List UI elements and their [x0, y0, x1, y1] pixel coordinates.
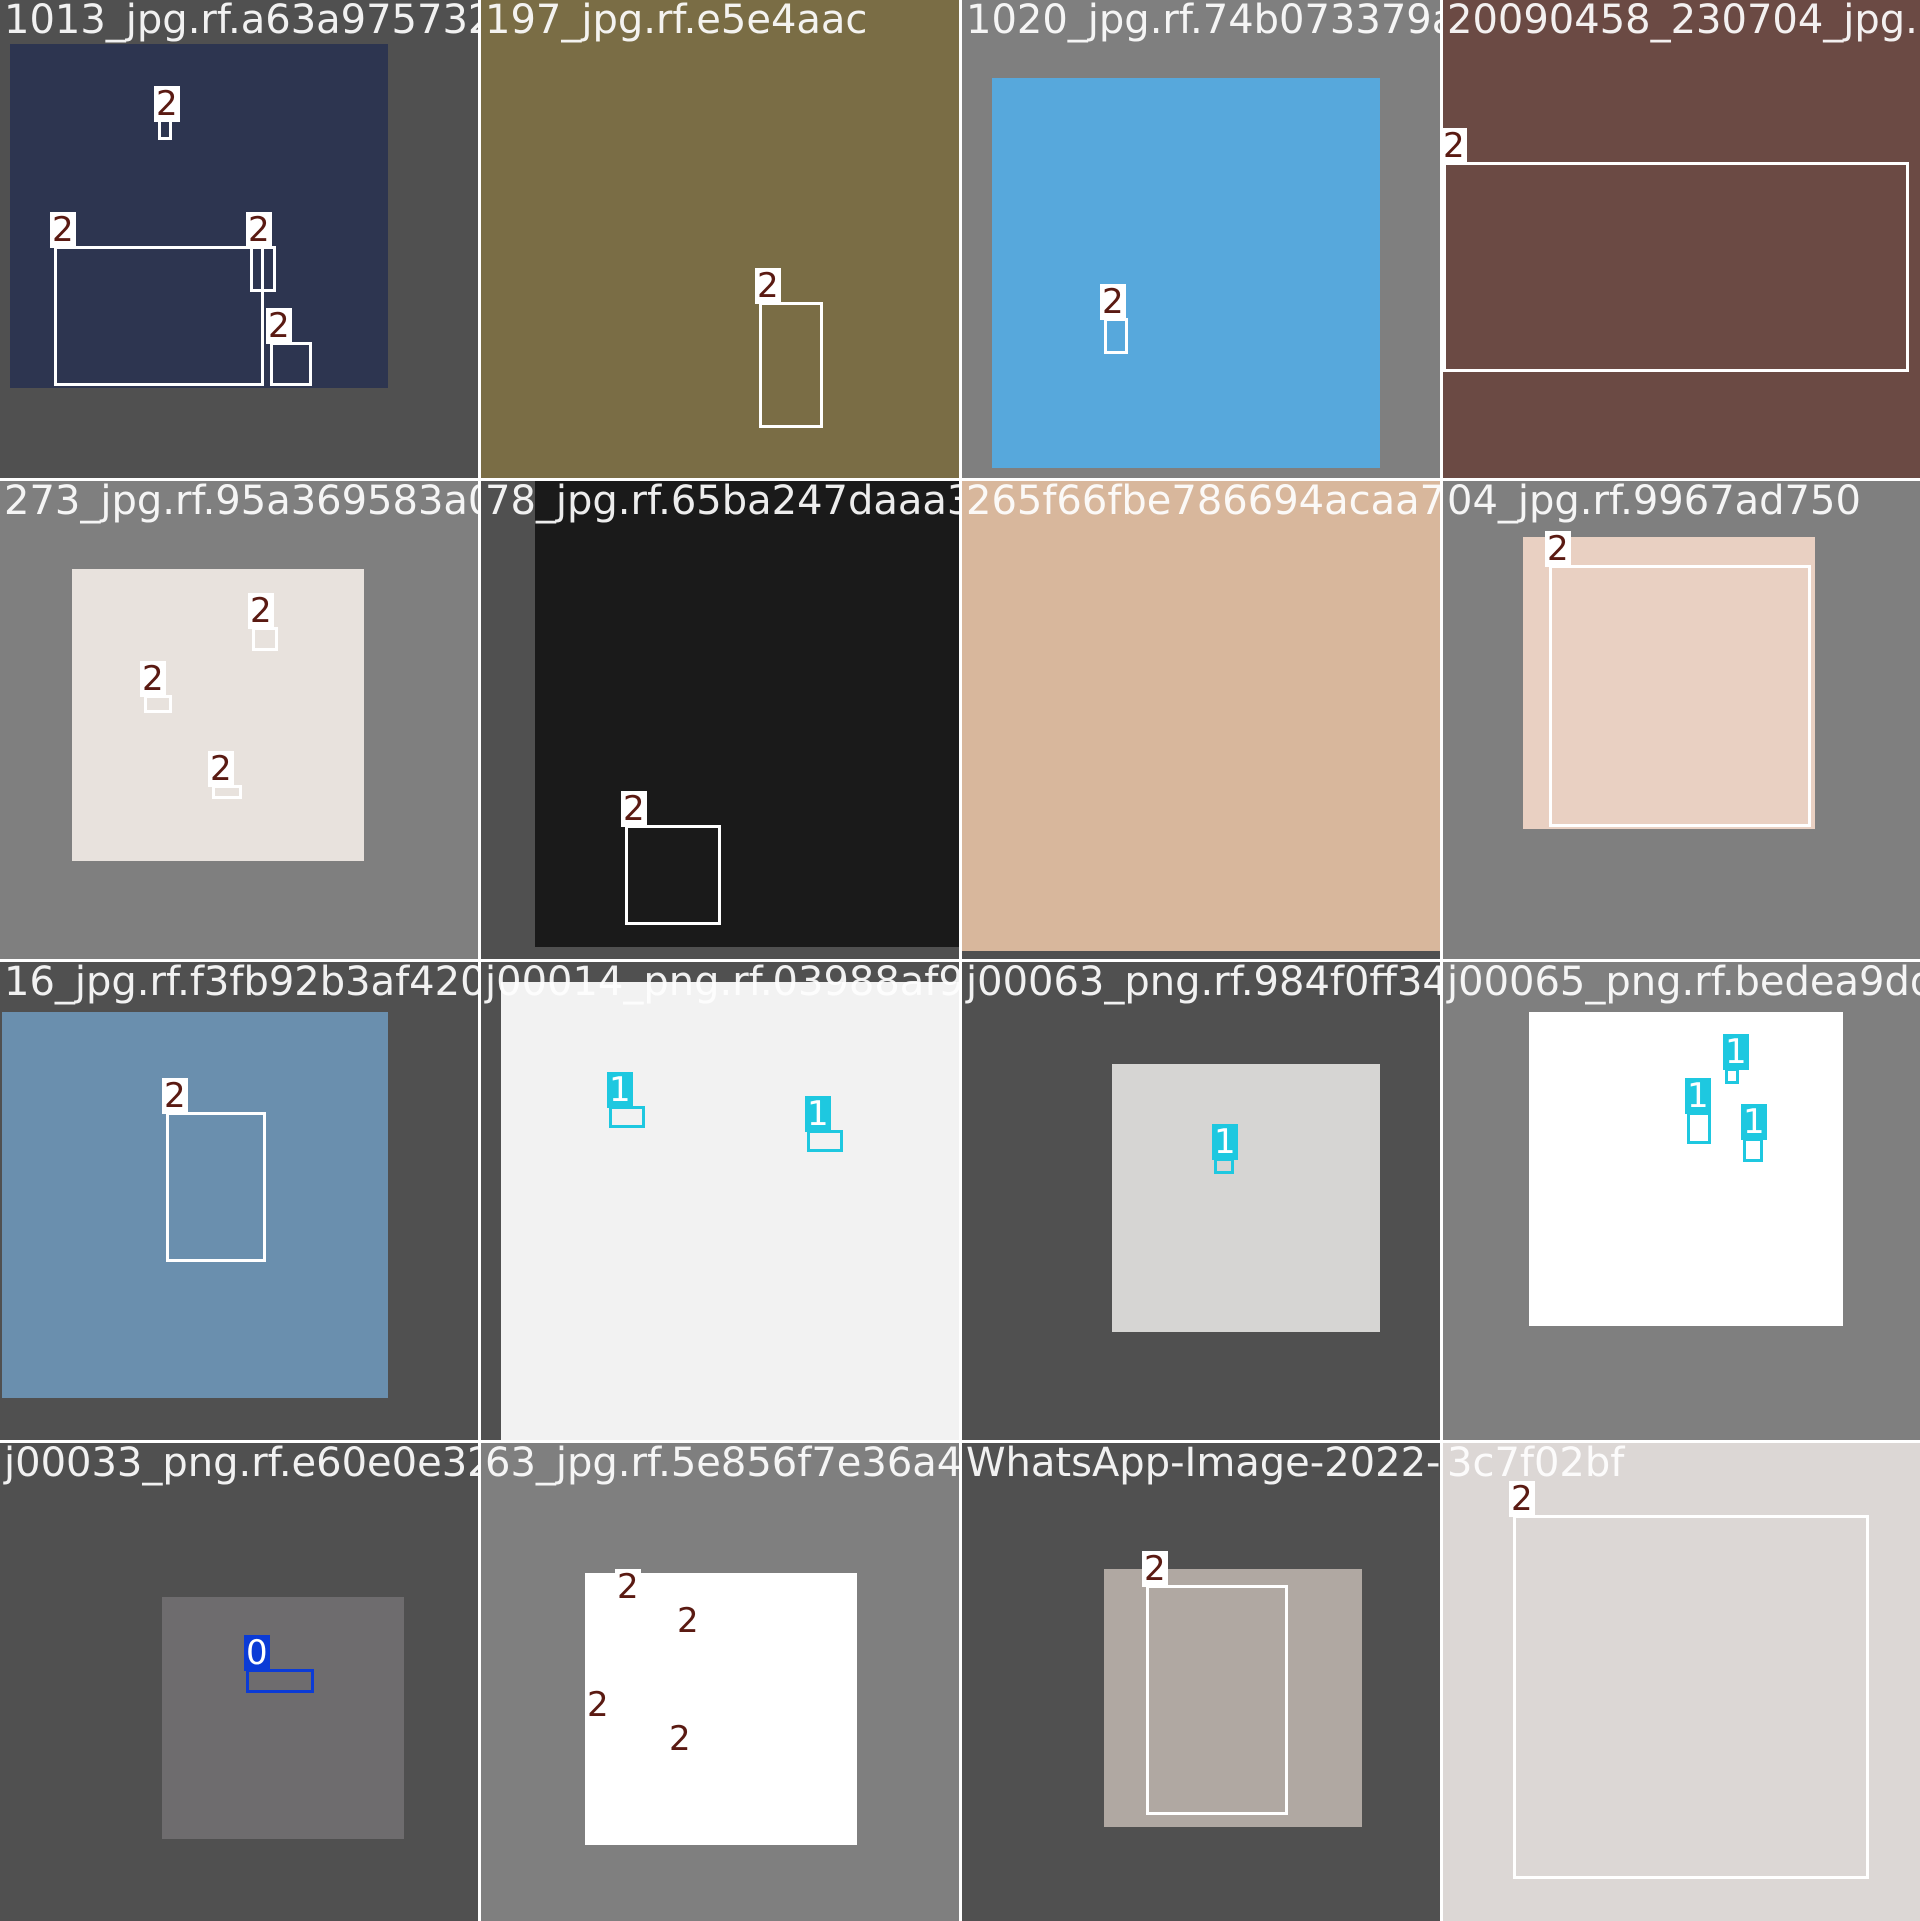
photo-content	[481, 0, 959, 478]
tile-j00063: j00063_png.rf.984f0ff34c042 1	[962, 962, 1440, 1440]
photo-content	[992, 78, 1380, 468]
class-label: 2	[140, 659, 166, 699]
bounding-box	[625, 825, 721, 925]
image-filename: 16_jpg.rf.f3fb92b3af420413	[4, 962, 478, 1005]
class-label: 2	[1443, 126, 1467, 166]
tile-1020: 1020_jpg.rf.74b073379aa62f 2	[962, 0, 1440, 478]
class-label: 2	[667, 1719, 693, 1759]
bounding-box	[617, 1603, 657, 1727]
photo	[962, 481, 1440, 951]
class-label: 2	[154, 84, 180, 124]
tile-j00014: j00014_png.rf.03988af9edd 1 1	[481, 962, 959, 1440]
photo-content	[1529, 1012, 1843, 1326]
photo	[72, 569, 364, 861]
tile-78: 78_jpg.rf.65ba247daaa33dcc 2	[481, 481, 959, 959]
bounding-box	[669, 1755, 713, 1795]
class-label: 2	[1142, 1549, 1168, 1589]
class-label: 2	[162, 1076, 188, 1116]
tile-1013: 1013_jpg.rf.a63a9757328a5293f812bcf96473…	[0, 0, 478, 478]
class-label: 2	[615, 1567, 641, 1607]
tile-whatsapp: WhatsApp-Image-2022-11-20 2	[962, 1443, 1440, 1921]
bounding-box	[54, 246, 264, 386]
bounding-box	[1513, 1515, 1869, 1879]
image-filename: j00065_png.rf.bedea9dd940	[1447, 962, 1920, 1005]
tile-16: 16_jpg.rf.f3fb92b3af420413 2	[0, 962, 478, 1440]
photo	[162, 1597, 404, 1839]
tile-273: 273_jpg.rf.95a369583a030583 2 2 2	[0, 481, 478, 959]
image-filename: j00063_png.rf.984f0ff34c042	[966, 962, 1440, 1005]
class-label: 1	[1212, 1122, 1238, 1162]
bounding-box	[1687, 1112, 1711, 1144]
tile-63: 63_jpg.rf.5e856f7e36a487 2 2 2 2	[481, 1443, 959, 1921]
class-label: 2	[675, 1601, 701, 1641]
image-filename: 04_jpg.rf.9967ad750	[1447, 481, 1861, 524]
class-label: 2	[1509, 1479, 1535, 1519]
class-label: 2	[1100, 282, 1126, 322]
image-filename: 63_jpg.rf.5e856f7e36a487	[485, 1443, 959, 1486]
tile-04: 04_jpg.rf.9967ad750 2	[1443, 481, 1920, 959]
photo-content	[535, 481, 959, 947]
class-label: 1	[1723, 1032, 1749, 1072]
class-label: 2	[248, 591, 274, 631]
image-filename: WhatsApp-Image-2022-11-20	[966, 1443, 1440, 1486]
photo	[992, 78, 1380, 468]
image-filename: 1013_jpg.rf.a63a9757328a5293f812bcf96473…	[4, 0, 478, 43]
photo	[1529, 1012, 1843, 1326]
bounding-box	[270, 342, 312, 386]
class-label: 2	[585, 1685, 611, 1725]
tile-20090458: 20090458_230704_jpg.rf.dc 2	[1443, 0, 1920, 478]
bounding-box	[587, 1721, 629, 1811]
class-label: 0	[244, 1633, 270, 1673]
class-label: 2	[50, 210, 76, 250]
bounding-box	[1146, 1585, 1288, 1815]
bounding-box	[1104, 318, 1128, 354]
image-filename: 273_jpg.rf.95a369583a030583	[4, 481, 478, 524]
detection-mosaic: 1013_jpg.rf.a63a9757328a5293f812bcf96473…	[0, 0, 1920, 1921]
image-filename: 1020_jpg.rf.74b073379aa62f	[966, 0, 1440, 43]
photo-content	[962, 481, 1440, 951]
photo-content	[1112, 1064, 1380, 1332]
class-label: 2	[621, 789, 647, 829]
photo	[481, 0, 959, 478]
class-label: 2	[266, 306, 292, 346]
tile-j00065: j00065_png.rf.bedea9dd940 1 1 1	[1443, 962, 1920, 1440]
tile-3c7f02bf: 3c7f02bf 2	[1443, 1443, 1920, 1921]
bounding-box	[759, 302, 823, 428]
bounding-box	[166, 1112, 266, 1262]
photo-content	[72, 569, 364, 861]
tile-265f66fb: 265f66fbe786694acaa7ed88b94f72e1	[962, 481, 1440, 959]
photo-content	[501, 982, 959, 1440]
class-label: 1	[1685, 1076, 1711, 1116]
class-label: 1	[1741, 1102, 1767, 1142]
photo	[1112, 1064, 1380, 1332]
class-label: 2	[246, 210, 272, 250]
class-label: 1	[805, 1094, 831, 1134]
photo	[501, 982, 959, 1440]
bounding-box	[250, 246, 276, 292]
class-label: 2	[208, 749, 234, 789]
bounding-box	[1443, 162, 1909, 372]
image-filename: j00033_png.rf.e60e0e324cc9	[4, 1443, 478, 1486]
class-label: 2	[755, 266, 781, 306]
photo	[535, 481, 959, 947]
class-label: 1	[607, 1070, 633, 1110]
class-label: 2	[1545, 529, 1571, 569]
bounding-box	[677, 1637, 699, 1727]
tile-197: 197_jpg.rf.e5e4aac 2	[481, 0, 959, 478]
bounding-box	[1549, 565, 1811, 827]
tile-j00033: j00033_png.rf.e60e0e324cc9 0	[0, 1443, 478, 1921]
photo-content	[162, 1597, 404, 1839]
